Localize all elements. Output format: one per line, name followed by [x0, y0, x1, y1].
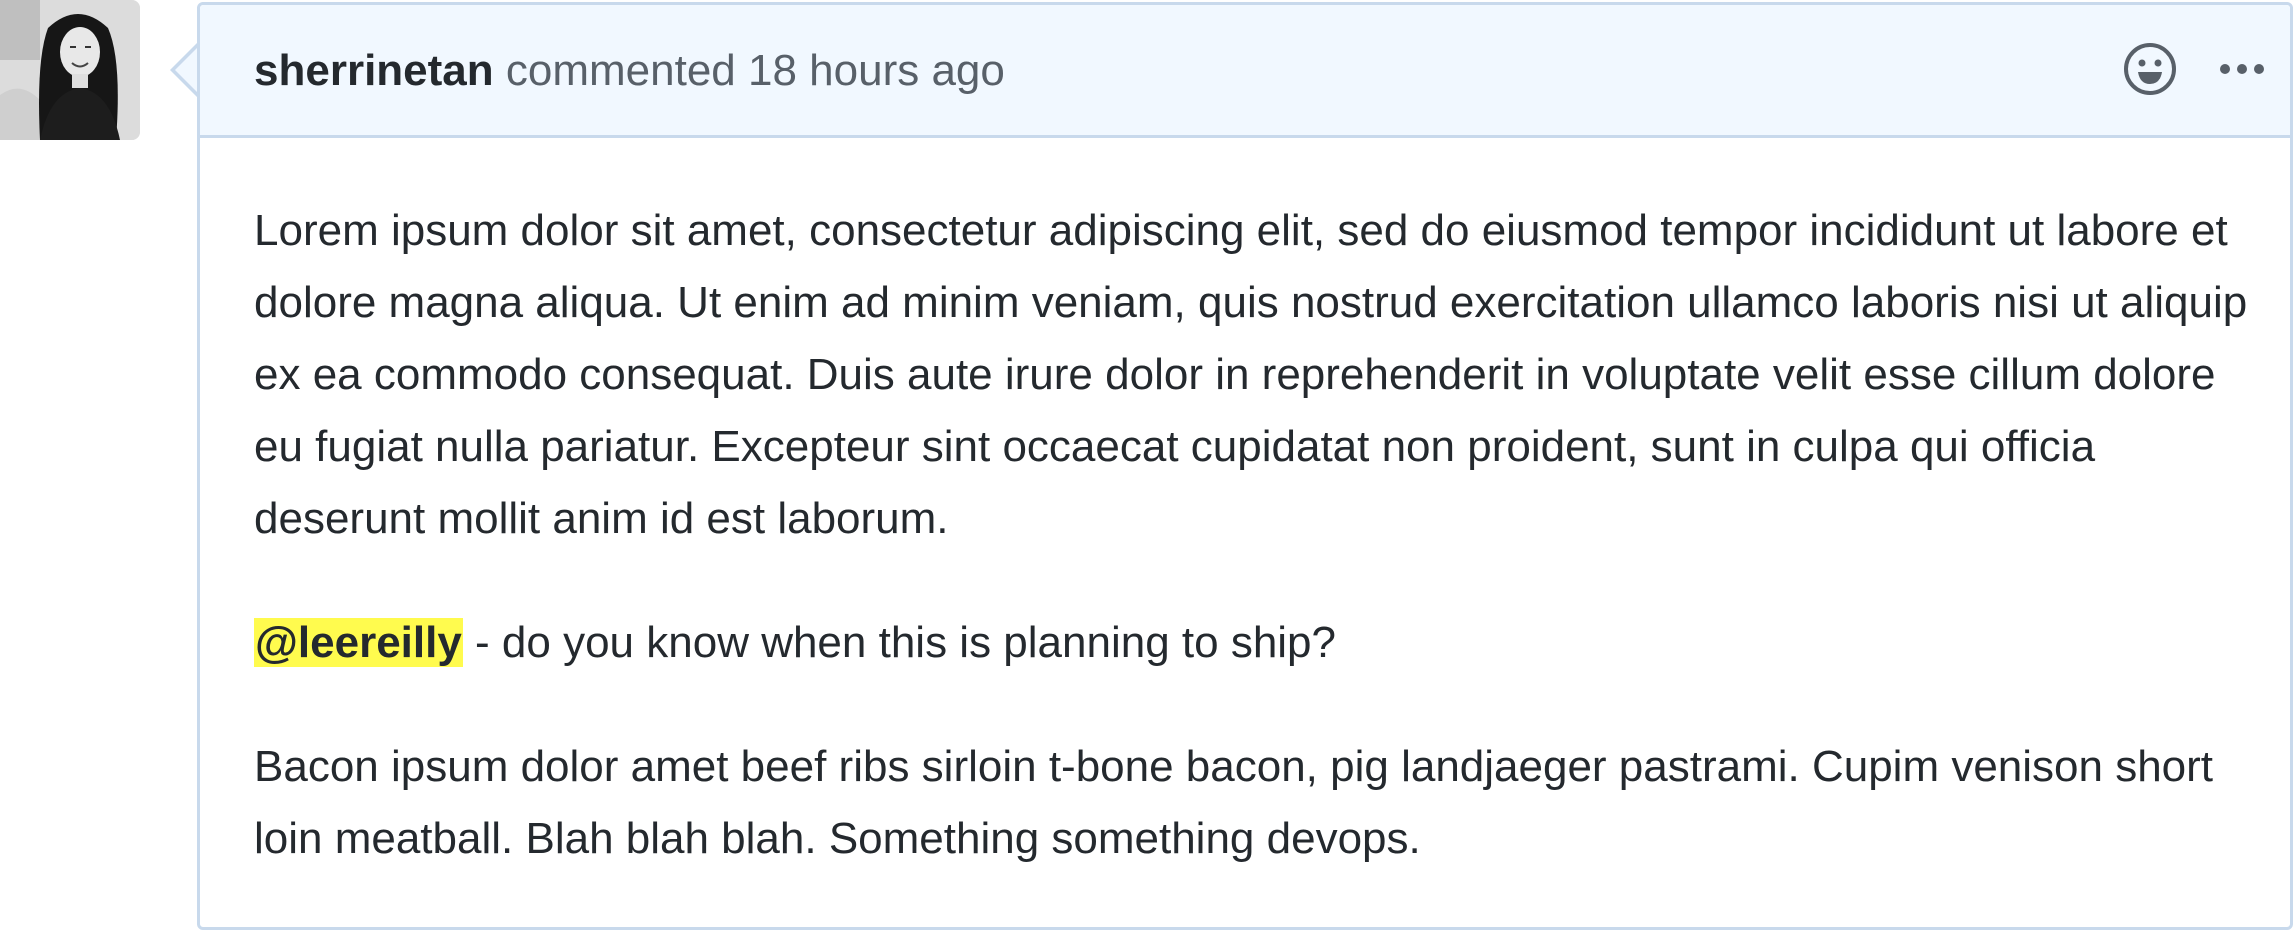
- author-link[interactable]: sherrinetan: [254, 46, 494, 95]
- avatar-image: [0, 0, 140, 140]
- user-mention[interactable]: @leereilly: [254, 618, 463, 667]
- comment-meta: sherrinetan commented 18 hours ago: [254, 43, 1005, 99]
- avatar[interactable]: [0, 0, 140, 140]
- smiley-icon: [2124, 43, 2176, 95]
- comment-action: commented: [505, 46, 736, 95]
- comment-box: sherrinetan commented 18 hours ago Lorem…: [197, 2, 2293, 930]
- comment-paragraph-3: Bacon ipsum dolor amet beef ribs sirloin…: [254, 742, 2214, 863]
- comment-timestamp[interactable]: 18 hours ago: [748, 46, 1005, 95]
- more-options-button[interactable]: [2218, 62, 2266, 76]
- comment-header: sherrinetan commented 18 hours ago: [200, 5, 2290, 138]
- comment-paragraph-1: Lorem ipsum dolor sit amet, consectetur …: [254, 206, 2248, 543]
- comment-actions: [2122, 41, 2266, 97]
- reaction-button[interactable]: [2122, 41, 2178, 97]
- mention-text: - do you know when this is planning to s…: [462, 618, 1337, 667]
- comment-body: Lorem ipsum dolor sit amet, consectetur …: [254, 195, 2274, 875]
- comment-paragraph-2: @leereilly - do you know when this is pl…: [254, 607, 2274, 679]
- kebab-horizontal-icon: [2220, 64, 2264, 74]
